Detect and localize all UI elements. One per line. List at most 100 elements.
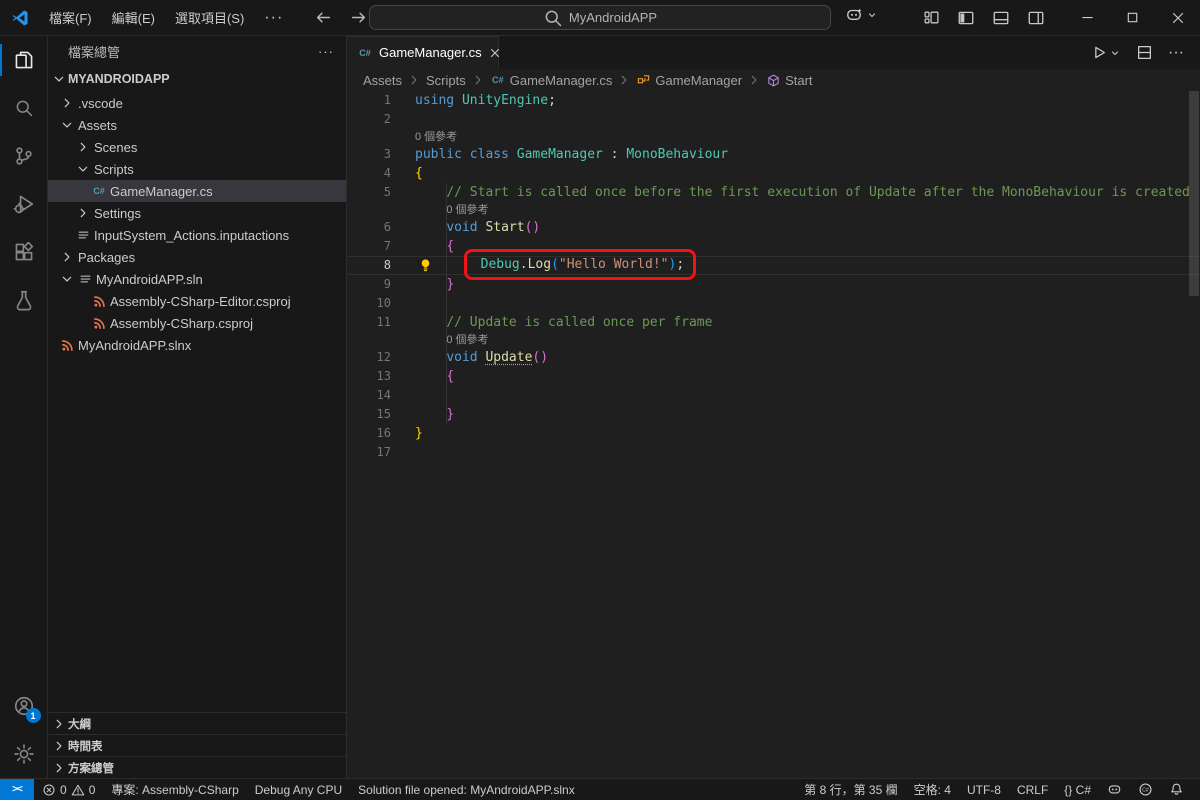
code-line-15[interactable]: 15 } <box>347 405 1200 424</box>
tab-close-icon[interactable] <box>488 46 502 60</box>
line-number[interactable]: 12 <box>347 348 391 367</box>
tree-item-assets[interactable]: Assets <box>48 114 346 136</box>
menu-item-2[interactable]: 選取項目(S) <box>165 0 254 35</box>
status-problems[interactable]: 00 <box>34 779 103 800</box>
tree-item-settings[interactable]: Settings <box>48 202 346 224</box>
breadcrumb-item-0[interactable]: Assets <box>363 73 402 88</box>
codelens-references[interactable]: 0 個參考 <box>347 202 1200 218</box>
vertical-scrollbar[interactable] <box>1189 91 1199 296</box>
tree-item-myandroidapp-sln[interactable]: MyAndroidAPP.sln <box>48 268 346 290</box>
tree-item-assembly-csharp-csproj[interactable]: Assembly-CSharp.csproj <box>48 312 346 334</box>
code-line-3[interactable]: 3 public class GameManager : MonoBehaviou… <box>347 145 1200 164</box>
code-line-5[interactable]: 5 // Start is called once before the fir… <box>347 183 1200 202</box>
menu-item-1[interactable]: 編輯(E) <box>102 0 165 35</box>
code-line-4[interactable]: 4{ <box>347 164 1200 183</box>
status-encoding[interactable]: UTF-8 <box>959 779 1009 800</box>
menu-more-button[interactable]: ··· <box>254 9 293 27</box>
code-line-1[interactable]: 1 using UnityEngine; <box>347 91 1200 110</box>
line-number[interactable]: 11 <box>347 313 391 332</box>
split-editor-button[interactable] <box>1136 44 1153 61</box>
line-number[interactable]: 3 <box>347 145 391 164</box>
run-button[interactable] <box>1090 44 1121 61</box>
line-number[interactable]: 5 <box>347 183 391 202</box>
code-line-16[interactable]: 16} <box>347 424 1200 443</box>
line-number[interactable]: 15 <box>347 405 391 424</box>
status-indentation[interactable]: 空格: 4 <box>906 779 959 800</box>
toggle-sidebar-icon[interactable] <box>957 9 975 27</box>
status-notifications[interactable] <box>1161 779 1192 800</box>
remote-indicator[interactable]: >< <box>0 779 34 800</box>
tree-item--vscode[interactable]: .vscode <box>48 92 346 114</box>
tree-item-assembly-csharp-editor-csproj[interactable]: Assembly-CSharp-Editor.csproj <box>48 290 346 312</box>
status-csharp-status[interactable]: C# <box>1130 779 1161 800</box>
code-line-14[interactable]: 14 <box>347 386 1200 405</box>
code-line-2[interactable]: 2 <box>347 110 1200 129</box>
code-line-17[interactable]: 17 <box>347 443 1200 462</box>
code-line-8[interactable]: 8 Debug.Log("Hello World!"); <box>347 249 1200 280</box>
search-command-center[interactable]: MyAndroidAPP <box>369 5 831 30</box>
tab-gamemanager[interactable]: C# GameManager.cs <box>347 36 499 69</box>
line-number[interactable]: 9 <box>347 275 391 294</box>
code-line-12[interactable]: 12 void Update() <box>347 348 1200 367</box>
line-number[interactable]: 4 <box>347 164 391 183</box>
tree-item-packages[interactable]: Packages <box>48 246 346 268</box>
line-number[interactable]: 17 <box>347 443 391 462</box>
line-number[interactable]: 7 <box>347 237 391 256</box>
breadcrumb-item-1[interactable]: Scripts <box>426 73 466 88</box>
sidebar-more-button[interactable]: ··· <box>318 44 334 59</box>
maximize-button[interactable] <box>1110 0 1155 35</box>
customize-layout-icon[interactable] <box>923 9 940 27</box>
breadcrumb-item-4[interactable]: Start <box>766 73 813 88</box>
forward-arrow-icon[interactable] <box>350 9 367 26</box>
code-line-11[interactable]: 11 // Update is called once per frame <box>347 313 1200 332</box>
code-line-6[interactable]: 6 void Start() <box>347 218 1200 237</box>
activity-settings[interactable] <box>0 730 48 778</box>
activity-accounts[interactable]: 1 <box>0 682 48 730</box>
line-number[interactable]: 8 <box>347 256 391 275</box>
toggle-secondary-sidebar-icon[interactable] <box>1027 9 1045 27</box>
status-build-config[interactable]: Debug Any CPU <box>247 779 350 800</box>
toggle-panel-icon[interactable] <box>992 9 1010 27</box>
minimize-button[interactable] <box>1065 0 1110 35</box>
activity-explorer[interactable] <box>0 36 48 84</box>
editor-more-button[interactable]: ··· <box>1168 44 1184 62</box>
breadcrumb-item-3[interactable]: GameManager <box>636 73 742 88</box>
tree-item-gamemanager-cs[interactable]: C# GameManager.cs <box>48 180 346 202</box>
close-window-button[interactable] <box>1155 0 1200 35</box>
line-number[interactable]: 13 <box>347 367 391 386</box>
activity-search[interactable] <box>0 84 48 132</box>
copilot-button[interactable] <box>845 6 878 24</box>
activity-extensions[interactable] <box>0 228 48 276</box>
code-line-13[interactable]: 13 { <box>347 367 1200 386</box>
tree-item-scenes[interactable]: Scenes <box>48 136 346 158</box>
menu-item-0[interactable]: 檔案(F) <box>39 0 102 35</box>
breadcrumb-item-2[interactable]: C# GameManager.cs <box>490 73 612 88</box>
line-number[interactable]: 14 <box>347 386 391 405</box>
line-number[interactable]: 1 <box>347 91 391 110</box>
sidebar-section-2[interactable]: 方案總管 <box>48 756 346 778</box>
status-copilot-status[interactable] <box>1099 779 1130 800</box>
status-solution-status[interactable]: Solution file opened: MyAndroidAPP.slnx <box>350 779 583 800</box>
tree-item-scripts[interactable]: Scripts <box>48 158 346 180</box>
activity-source-control[interactable] <box>0 132 48 180</box>
codelens-references[interactable]: 0 個參考 <box>347 332 1200 348</box>
status-cursor-position[interactable]: 第 8 行，第 35 欄 <box>796 779 905 800</box>
sidebar-section-1[interactable]: 時間表 <box>48 734 346 756</box>
code-line-10[interactable]: 10 <box>347 294 1200 313</box>
line-number[interactable]: 10 <box>347 294 391 313</box>
activity-run-debug[interactable] <box>0 180 48 228</box>
status-project[interactable]: 專案: Assembly-CSharp <box>103 779 246 800</box>
workspace-root-row[interactable]: MYANDROIDAPP <box>48 66 346 92</box>
sidebar-section-0[interactable]: 大綱 <box>48 712 346 734</box>
tree-item-inputsystem-actions-inputactions[interactable]: InputSystem_Actions.inputactions <box>48 224 346 246</box>
status-eol[interactable]: CRLF <box>1009 779 1056 800</box>
codelens-references[interactable]: 0 個參考 <box>347 129 1200 145</box>
tree-item-myandroidapp-slnx[interactable]: MyAndroidAPP.slnx <box>48 334 346 356</box>
line-number[interactable]: 6 <box>347 218 391 237</box>
line-number[interactable]: 16 <box>347 424 391 443</box>
back-arrow-icon[interactable] <box>315 9 332 26</box>
line-number[interactable]: 2 <box>347 110 391 129</box>
code-editor[interactable]: 1 using UnityEngine; 2 0 個參考 3 public class G… <box>347 91 1200 778</box>
activity-testing[interactable] <box>0 276 48 324</box>
status-language-mode[interactable]: {} C# <box>1056 779 1099 800</box>
